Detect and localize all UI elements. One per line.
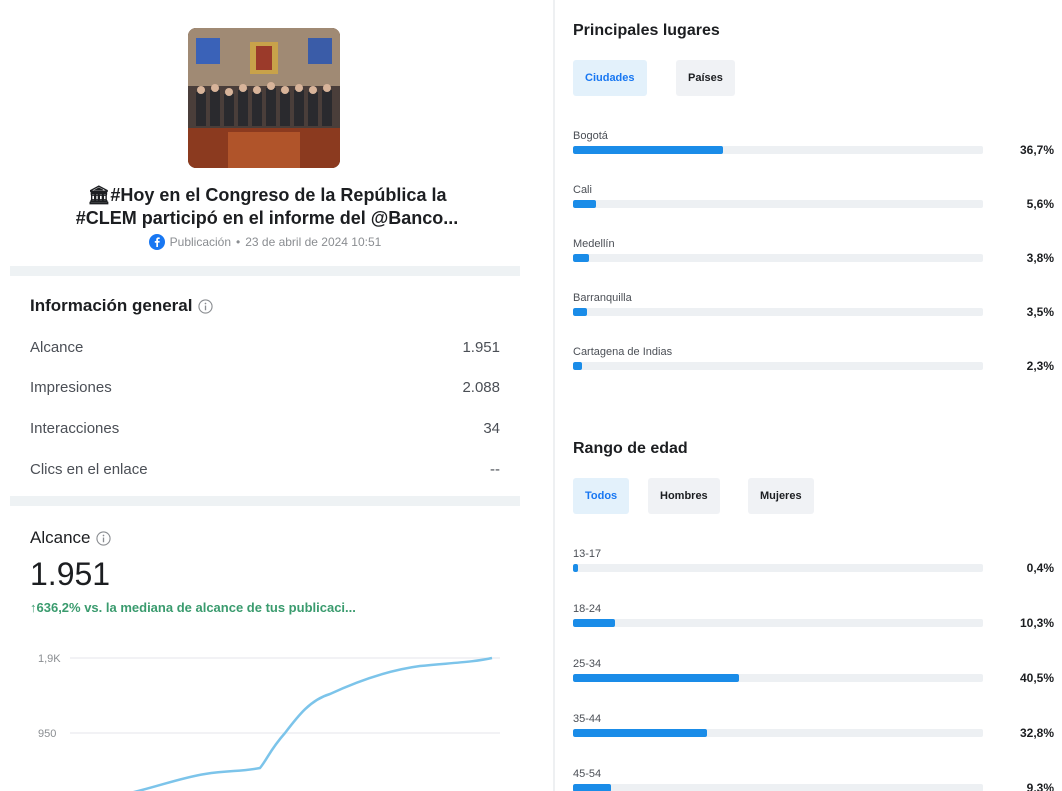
reach-total: 1.951 xyxy=(30,556,111,592)
reach-heading: Alcance xyxy=(30,528,112,548)
age-row-bar-fill xyxy=(573,784,612,791)
city-row-bar-fill xyxy=(573,200,596,208)
metric-label: Interacciones xyxy=(30,420,120,437)
city-row-bar-track xyxy=(573,146,983,154)
y-tick-label: 1,9K xyxy=(38,653,61,665)
age-row-bar-track xyxy=(573,784,983,791)
age-row-bar-fill xyxy=(573,619,616,627)
city-row-bar-fill xyxy=(573,362,583,370)
city-row-bar-fill xyxy=(573,254,589,262)
meta-separator: • xyxy=(236,235,241,249)
tab-men[interactable]: Hombres xyxy=(648,478,720,514)
age-row-bar-track xyxy=(573,729,983,737)
metric-value: 1.951 xyxy=(462,339,500,356)
city-row-bar-track xyxy=(573,254,983,262)
age-row-bar-fill xyxy=(573,564,578,572)
age-row-bar-fill xyxy=(573,674,740,682)
age-row-bar-track xyxy=(573,619,983,627)
city-row-value: 36,7% xyxy=(1019,143,1054,157)
post-title[interactable]: 🏛#Hoy en el Congreso de la República la … xyxy=(32,184,502,230)
city-row-bar-track xyxy=(573,362,983,370)
reach-line-chart: 1,9K 950 xyxy=(38,653,500,791)
metric-row-link-clicks: Clics en el enlace -- xyxy=(30,461,500,478)
post-photo-image xyxy=(188,28,340,168)
city-row-label: Medellín xyxy=(573,238,615,250)
metric-row-interactions: Interacciones 34 xyxy=(30,420,500,437)
city-row-bar-fill xyxy=(573,146,724,154)
metric-value: -- xyxy=(490,461,500,478)
city-row-value: 5,6% xyxy=(1026,197,1054,211)
metric-label: Alcance xyxy=(30,339,84,356)
city-row-value: 2,3% xyxy=(1026,359,1054,373)
city-row-label: Bogotá xyxy=(573,130,608,142)
audience-panel: Principales lugares Ciudades Países Bogo… xyxy=(556,0,1062,791)
city-row-value: 3,5% xyxy=(1026,305,1054,319)
age-row-label: 13-17 xyxy=(573,548,602,560)
age-row-value: 0,4% xyxy=(1026,561,1054,575)
age-row-label: 45-54 xyxy=(573,768,602,780)
metric-row-reach: Alcance 1.951 xyxy=(30,339,500,356)
info-icon[interactable] xyxy=(96,530,112,546)
y-tick-label: 950 xyxy=(38,728,56,740)
age-row-label: 25-34 xyxy=(573,658,602,670)
post-date: 23 de abril de 2024 10:51 xyxy=(245,235,382,249)
age-row-bar-fill xyxy=(573,729,708,737)
section-divider xyxy=(10,266,520,276)
age-range-title: Rango de edad xyxy=(573,440,688,457)
places-title: Principales lugares xyxy=(573,22,720,39)
age-row-bar-track xyxy=(573,674,983,682)
tab-women[interactable]: Mujeres xyxy=(748,478,814,514)
metric-label: Impresiones xyxy=(30,379,112,396)
reach-comparison: ↑636,2% vs. la mediana de alcance de tus… xyxy=(30,600,356,615)
reach-title: Alcance xyxy=(30,528,91,547)
age-row-value: 40,5% xyxy=(1019,671,1054,685)
age-row-bar-track xyxy=(573,564,983,572)
section-divider xyxy=(10,496,520,506)
age-row-value: 32,8% xyxy=(1019,726,1054,740)
city-row-label: Cartagena de Indias xyxy=(573,346,673,358)
general-info-heading: Información general xyxy=(30,296,214,316)
metric-label: Clics en el enlace xyxy=(30,461,148,478)
general-info-title: Información general xyxy=(30,296,193,315)
age-row-label: 18-24 xyxy=(573,603,602,615)
tab-all[interactable]: Todos xyxy=(573,478,630,514)
city-row-value: 3,8% xyxy=(1026,251,1054,265)
age-row-label: 35-44 xyxy=(573,713,602,725)
post-title-line2: #CLEM participó en el informe del @Banco… xyxy=(75,208,459,228)
city-row-bar-track xyxy=(573,200,983,208)
post-type: Publicación xyxy=(169,235,232,249)
metric-value: 2.088 xyxy=(462,379,500,396)
reach-line xyxy=(132,656,493,791)
post-insights-panel: 🏛#Hoy en el Congreso de la República la … xyxy=(10,8,520,791)
city-row-label: Barranquilla xyxy=(573,292,632,304)
info-icon[interactable] xyxy=(198,298,214,314)
tab-cities[interactable]: Ciudades xyxy=(573,60,647,96)
post-meta: Publicación • 23 de abril de 2024 10:51 xyxy=(10,234,520,250)
city-row-bar-fill xyxy=(573,308,588,316)
panel-separator xyxy=(553,0,555,791)
city-row-bar-track xyxy=(573,308,983,316)
metric-value: 34 xyxy=(483,420,500,437)
age-row-value: 10,3% xyxy=(1019,616,1054,630)
post-thumbnail[interactable] xyxy=(188,28,340,168)
metric-row-impressions: Impresiones 2.088 xyxy=(30,379,500,396)
city-row-label: Cali xyxy=(573,184,592,196)
post-title-line1: 🏛#Hoy en el Congreso de la República la xyxy=(87,185,447,205)
facebook-icon xyxy=(148,234,165,250)
tab-countries[interactable]: Países xyxy=(676,60,735,96)
age-row-value: 9,3% xyxy=(1026,781,1054,791)
